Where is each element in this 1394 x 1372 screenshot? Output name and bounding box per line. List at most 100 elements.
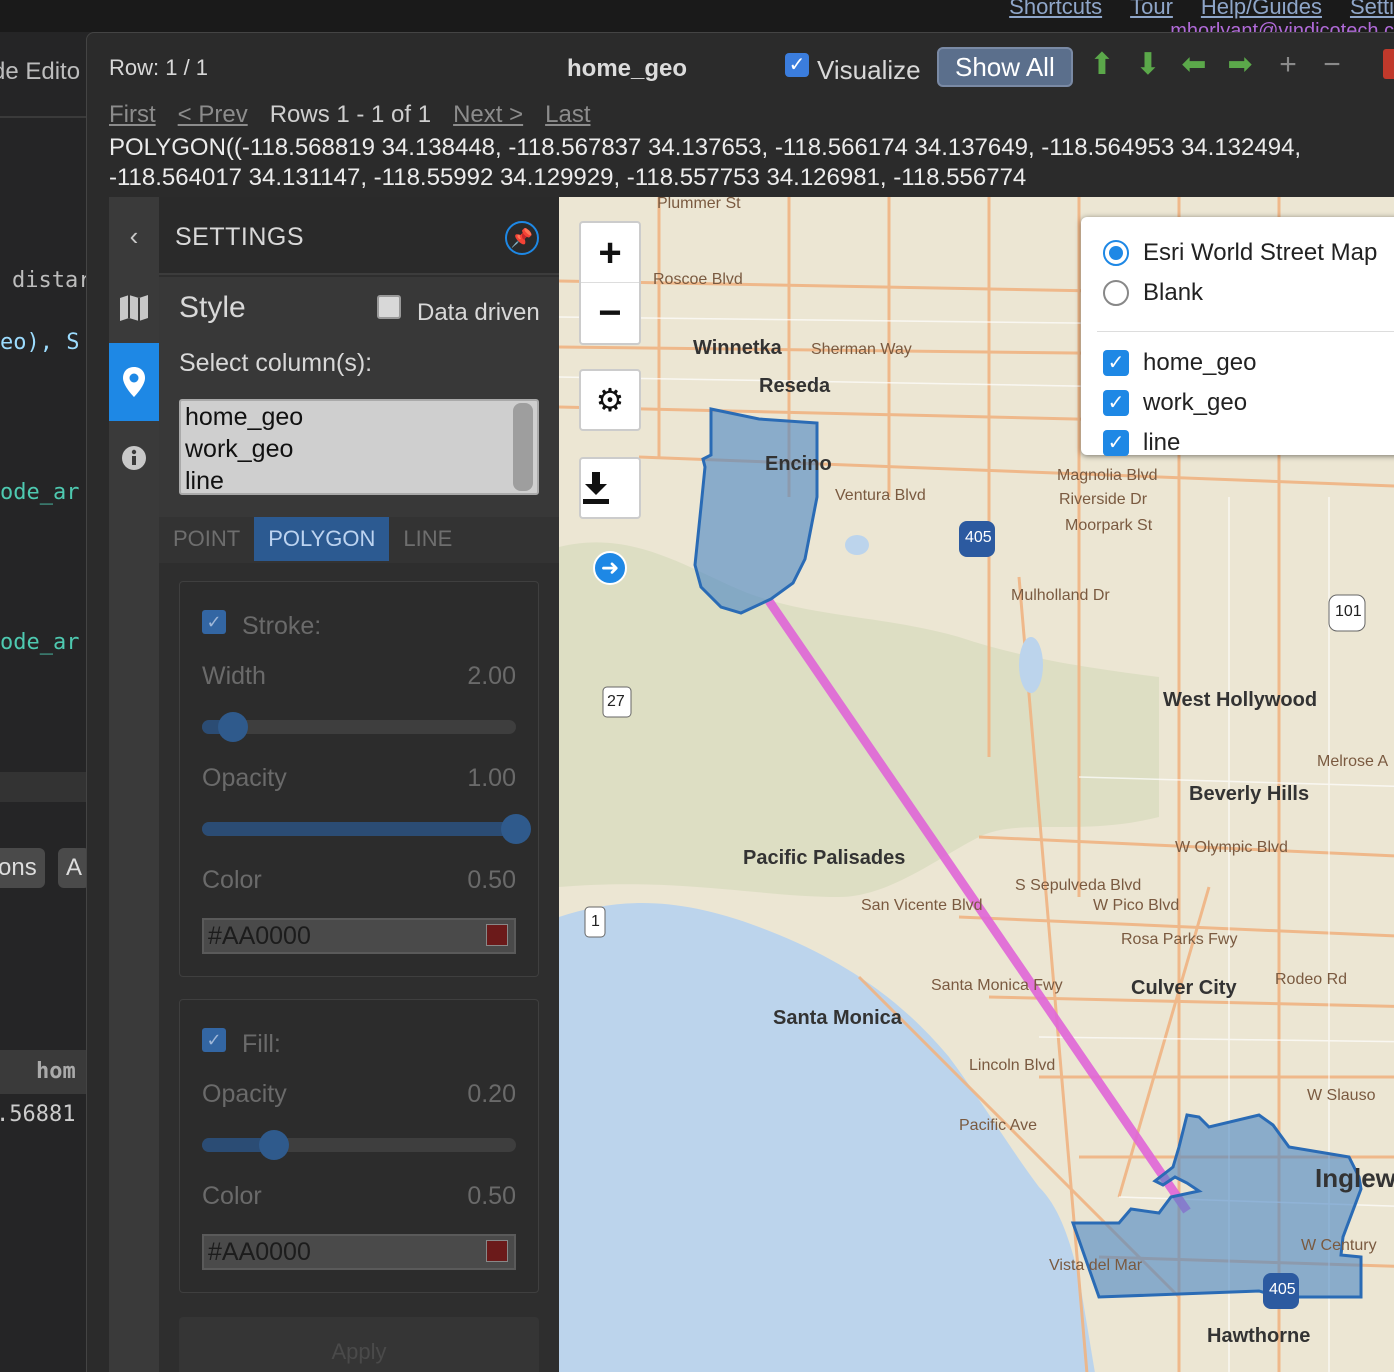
color-swatch[interactable] <box>486 924 508 946</box>
stroke-width-value: 2.00 <box>467 662 516 690</box>
fill-fieldset: ✓ Fill: Opacity 0.20 Color 0.50 #AA0000 <box>179 999 539 1293</box>
arrow-right-icon[interactable]: ➡ <box>1221 47 1259 83</box>
stroke-title: Stroke: <box>242 612 322 640</box>
list-scrollbar[interactable] <box>513 403 533 491</box>
basemap-label: Blank <box>1143 279 1204 306</box>
slider-handle[interactable] <box>501 814 531 844</box>
pin-icon[interactable]: 📌 <box>505 221 539 255</box>
wkt-value: POLYGON((-118.568819 34.138448, -118.567… <box>109 134 1302 191</box>
map-label: West Hollywood <box>1163 689 1318 711</box>
map-view[interactable]: Winnetka Reseda Encino West Hollywood Be… <box>559 197 1394 1372</box>
checkbox-checked[interactable]: ✓ <box>1103 390 1129 416</box>
radio-selected[interactable] <box>1103 240 1129 266</box>
street-label: Santa Monica Fwy <box>931 977 1063 994</box>
fill-checkbox[interactable]: ✓ <box>202 1028 226 1052</box>
next-page-link[interactable]: Next > <box>453 101 523 129</box>
arrow-right-circle-icon[interactable]: ➜ <box>593 551 627 585</box>
overlay-label: work_geo <box>1143 389 1248 416</box>
overlay-label: line <box>1143 429 1181 456</box>
minus-icon[interactable]: − <box>1313 47 1351 83</box>
street-label: Lincoln Blvd <box>969 1057 1056 1074</box>
basemap-option[interactable]: Blank <box>1103 279 1203 307</box>
overlay-option[interactable]: ✓ line <box>1103 429 1180 457</box>
editor-title: de Edito <box>0 58 81 85</box>
results-column-header: hom <box>0 1050 100 1094</box>
arrow-up-icon[interactable]: ⬆ <box>1083 47 1121 83</box>
street-label: W Pico Blvd <box>1093 897 1180 914</box>
last-page-link[interactable]: Last <box>545 101 590 129</box>
data-driven-checkbox[interactable] <box>377 295 401 319</box>
tour-link[interactable]: Tour <box>1130 0 1173 20</box>
stroke-width-label: Width <box>202 662 266 690</box>
stroke-opacity-slider[interactable] <box>202 814 531 844</box>
street-label: S Sepulveda Blvd <box>1015 877 1142 894</box>
shield-label: 405 <box>965 529 992 546</box>
settings-link[interactable]: Setti <box>1350 0 1394 20</box>
street-label: Rodeo Rd <box>1275 971 1348 988</box>
first-page-link[interactable]: First <box>109 101 156 129</box>
fill-opacity-slider[interactable] <box>202 1130 516 1160</box>
stroke-width-slider[interactable] <box>202 712 516 742</box>
geometry-tabs: POINT POLYGON LINE <box>159 517 559 563</box>
radio-unselected[interactable] <box>1103 280 1129 306</box>
fill-opacity-value: 0.20 <box>467 1080 516 1108</box>
arrow-left-icon[interactable]: ⬅ <box>1175 47 1213 83</box>
shortcuts-link[interactable]: Shortcuts <box>1009 0 1102 20</box>
column-option[interactable]: work_geo <box>181 433 537 465</box>
fill-color-input[interactable]: #AA0000 <box>202 1234 516 1270</box>
settings-header: SETTINGS 📌 <box>159 197 559 275</box>
show-all-button[interactable]: Show All <box>937 47 1073 87</box>
map-label: Encino <box>765 453 832 475</box>
chevron-left-icon[interactable]: ‹ <box>109 197 159 275</box>
help-guides-link[interactable]: Help/Guides <box>1201 0 1322 20</box>
column-option[interactable]: home_geo <box>181 401 537 433</box>
stroke-color-input[interactable]: #AA0000 <box>202 918 516 954</box>
visualize-checkbox[interactable]: ✓ <box>785 53 809 77</box>
map-icon[interactable] <box>109 269 159 347</box>
street-label: Moorpark St <box>1065 517 1153 534</box>
results-cell: .56881 <box>0 1102 76 1127</box>
street-label: Roscoe Blvd <box>653 271 743 288</box>
street-label: Mulholland Dr <box>1011 587 1110 604</box>
column-select-list[interactable]: home_geo work_geo line <box>179 399 539 495</box>
map-label: Winnetka <box>693 337 782 359</box>
download-icon[interactable] <box>579 457 641 519</box>
shield-label: 405 <box>1269 1281 1296 1298</box>
basemap-label: Esri World Street Map <box>1143 239 1378 266</box>
gear-icon[interactable]: ⚙ <box>579 369 641 431</box>
zoom-in-button[interactable]: + <box>581 223 639 283</box>
map-label: Reseda <box>759 375 831 397</box>
apply-button[interactable]: Apply <box>179 1317 539 1372</box>
tab-point[interactable]: POINT <box>159 517 254 561</box>
plus-icon[interactable]: + <box>1269 47 1307 83</box>
map-icon-graphic <box>120 295 148 321</box>
basemap-option[interactable]: Esri World Street Map <box>1103 239 1377 267</box>
street-label: Magnolia Blvd <box>1057 467 1158 484</box>
stroke-checkbox[interactable]: ✓ <box>202 610 226 634</box>
slider-handle[interactable] <box>218 712 249 742</box>
tab-line[interactable]: LINE <box>389 517 466 561</box>
marker-icon[interactable] <box>109 343 159 421</box>
background-tab[interactable]: ons <box>0 848 45 888</box>
overlay-option[interactable]: ✓ work_geo <box>1103 389 1247 417</box>
slider-handle[interactable] <box>259 1130 290 1160</box>
arrow-down-icon[interactable]: ⬇ <box>1129 47 1167 83</box>
checkbox-checked[interactable]: ✓ <box>1103 430 1129 456</box>
color-swatch[interactable] <box>486 1240 508 1262</box>
visualize-label: Visualize <box>817 55 921 85</box>
code-line: eo), S <box>0 330 80 355</box>
street-label: Sherman Way <box>811 341 912 358</box>
street-label: W Olympic Blvd <box>1175 839 1288 856</box>
fill-color-text: #AA0000 <box>208 1238 311 1266</box>
overlay-option[interactable]: ✓ home_geo <box>1103 349 1256 377</box>
column-option[interactable]: line <box>181 465 537 493</box>
tab-polygon[interactable]: POLYGON <box>254 517 390 561</box>
checkbox-checked[interactable]: ✓ <box>1103 350 1129 376</box>
zoom-out-button[interactable]: − <box>581 283 639 343</box>
info-icon[interactable] <box>109 419 159 497</box>
street-label: Plummer St <box>657 197 741 212</box>
download-icon-graphic <box>583 472 609 504</box>
prev-page-link[interactable]: < Prev <box>178 101 248 129</box>
close-icon[interactable] <box>1383 49 1394 79</box>
stroke-color-text: #AA0000 <box>208 922 311 950</box>
